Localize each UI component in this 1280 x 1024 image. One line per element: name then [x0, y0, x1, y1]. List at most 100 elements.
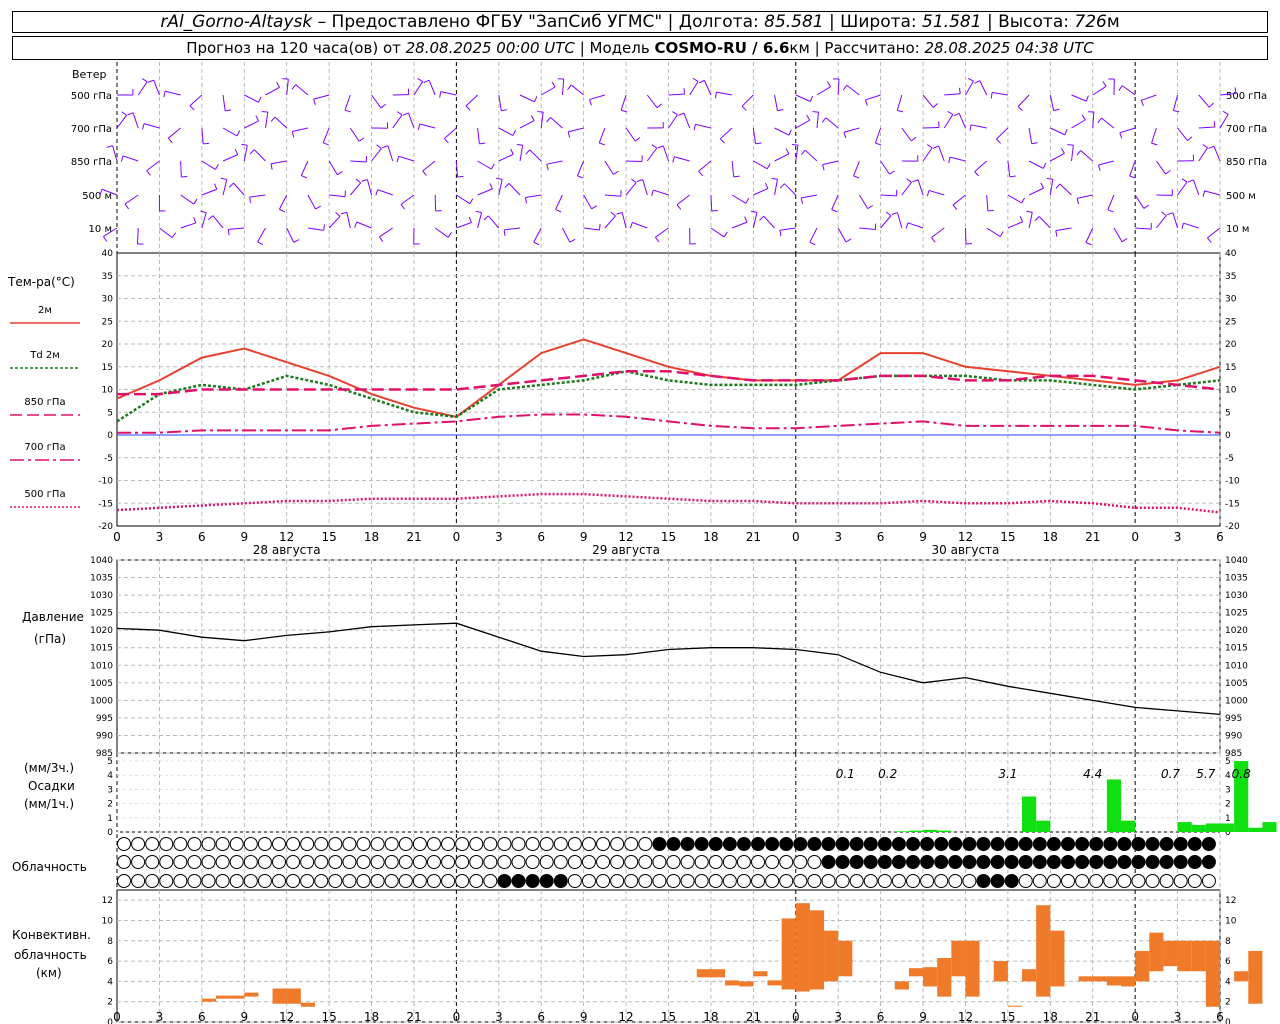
wind-barb	[944, 93, 961, 96]
cloud-cover-circle	[821, 855, 836, 869]
wind-barb-feather	[745, 197, 750, 204]
wind-barb	[992, 92, 1008, 96]
wind-barb	[1007, 221, 1023, 229]
cloud-cover-circle	[1032, 874, 1047, 888]
wind-barb	[952, 194, 966, 206]
wind-barb	[1007, 194, 1022, 204]
cloud-cover-circle	[596, 874, 611, 888]
hour-tick: 12	[618, 530, 633, 544]
wind-barb-feather	[234, 148, 239, 155]
cloud-cover-circle	[581, 874, 596, 888]
cloud-cover-circle	[1004, 874, 1019, 888]
cloud-cover-circle	[525, 837, 540, 851]
cloud-cover-circle	[497, 874, 512, 888]
precip-ytick-right: 2	[1225, 800, 1231, 810]
wind-barb	[387, 145, 394, 162]
cloud-cover-circle	[596, 837, 611, 851]
wind-barb	[731, 194, 747, 204]
cloud-cover-circle	[863, 874, 878, 888]
wind-barb	[695, 123, 712, 129]
wind-barb-feather	[142, 123, 145, 130]
cloud-cover-circle	[271, 855, 286, 869]
cloud-cover-circle	[314, 837, 329, 851]
wind-barb-feather	[567, 131, 571, 138]
wind-barb	[477, 188, 493, 196]
wind-barb-feather	[402, 112, 409, 116]
cloud-cover-circle	[1173, 855, 1188, 869]
wind-barb	[974, 160, 988, 172]
conv-bar	[201, 998, 216, 1002]
precip-ytick-right: 1	[1225, 814, 1231, 824]
wind-barb	[1028, 127, 1033, 144]
wind-barb-feather	[220, 177, 227, 180]
wind-barb	[731, 221, 748, 229]
temp-ytick-right: 35	[1225, 272, 1236, 282]
cloud-cover-circle	[539, 837, 554, 851]
wind-barb	[568, 127, 584, 133]
wind-barb-feather	[417, 78, 423, 83]
cloud-cover-circle	[610, 874, 625, 888]
wind-barb-feather	[313, 98, 316, 106]
wind-barb	[874, 127, 882, 144]
wind-barb	[583, 194, 593, 210]
wind-barb	[880, 194, 897, 197]
precip-bar	[1205, 823, 1220, 832]
wind-barb	[1134, 194, 1145, 209]
hour-tick: 12	[279, 530, 294, 544]
wind-barb-feather	[755, 142, 762, 145]
wind-barb	[519, 94, 535, 103]
cloud-cover-circle	[891, 874, 906, 888]
wind-barb	[741, 94, 754, 107]
conv-bar	[1248, 950, 1263, 1004]
cloud-cover-circle	[1159, 874, 1174, 888]
temp-ytick-left: -15	[98, 499, 113, 509]
wind-level-label-right: 500 м	[1226, 191, 1256, 202]
temp-ytick-right: 5	[1225, 408, 1231, 418]
wind-barb	[853, 160, 860, 177]
wind-barb-feather	[1076, 198, 1079, 205]
wind-barb-feather	[822, 164, 825, 171]
wind-barb-feather	[990, 92, 993, 99]
wind-barb-feather	[249, 149, 255, 155]
temp-ytick-left: -20	[98, 522, 113, 532]
wind-barb-feather	[906, 178, 912, 183]
cloud-cover-circle	[807, 855, 822, 869]
wind-barb	[774, 127, 790, 136]
wind-barb	[122, 155, 139, 162]
wind-barb-feather	[525, 149, 531, 155]
wind-barb-feather	[496, 177, 503, 180]
wind-barb	[583, 227, 600, 231]
wind-barb	[265, 86, 280, 96]
cloud-cover-circle	[511, 874, 526, 888]
precip-bar	[1036, 820, 1051, 832]
wind-barb-feather	[417, 123, 421, 130]
cloud-cover-circle	[722, 837, 737, 851]
wind-barb-feather	[1187, 179, 1194, 183]
wind-barb	[371, 94, 382, 109]
temp-ytick-left: 35	[102, 272, 113, 282]
wind-barb-feather	[969, 124, 972, 131]
temp-ytick-left: 10	[102, 386, 114, 396]
cloud-cover-circle	[469, 855, 484, 869]
wind-barb	[938, 145, 945, 162]
wind-barb-feather	[634, 137, 641, 142]
wind-barb	[774, 94, 778, 111]
wind-barb-feather	[141, 78, 148, 83]
cloud-cover-circle	[398, 837, 413, 851]
conv-bar	[809, 910, 825, 990]
wind-barb-feather	[270, 163, 273, 170]
cloud-cover-circle	[187, 855, 202, 869]
wind-barb-feather	[567, 84, 572, 91]
hour-tick: 3	[495, 530, 503, 544]
wind-barb	[1177, 127, 1188, 141]
cloud-cover-circle	[1173, 874, 1188, 888]
wind-barb	[779, 227, 796, 231]
wind-barb	[653, 189, 669, 196]
cloud-cover-circle	[567, 837, 582, 851]
wind-barb-feather	[744, 216, 748, 223]
hour-tick: 15	[661, 530, 676, 544]
cloud-cover-circle	[624, 837, 639, 851]
cloud-cover-circle	[1061, 837, 1076, 851]
wind-barb	[344, 94, 351, 111]
wind-barb	[1071, 145, 1074, 162]
